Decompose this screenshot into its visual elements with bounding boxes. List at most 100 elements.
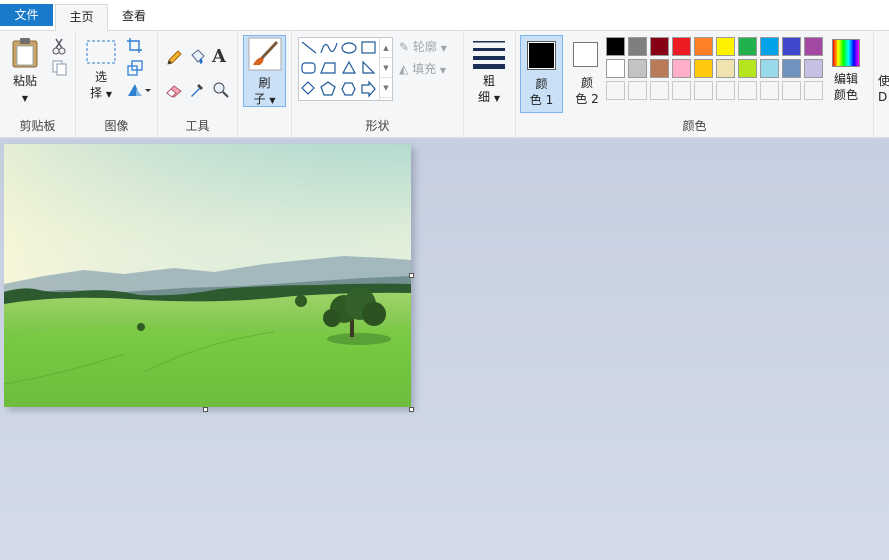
color-swatch[interactable]: [716, 37, 735, 56]
outline-button[interactable]: ✎ 轮廓 ▼: [399, 38, 447, 55]
chevron-down-icon: ▼: [439, 66, 447, 75]
paste-label: 粘贴: [12, 74, 37, 88]
color-swatch[interactable]: [716, 59, 735, 78]
crop-icon[interactable]: [126, 37, 144, 55]
text-tool-icon[interactable]: A: [212, 48, 230, 66]
chevron-down-icon: ▼: [269, 96, 276, 105]
color-swatch[interactable]: [650, 37, 669, 56]
custom-color-slot[interactable]: [606, 81, 625, 100]
cutoff-label-top: 使: [878, 74, 889, 88]
brush-icon: [248, 37, 281, 71]
custom-color-slot[interactable]: [628, 81, 647, 100]
edit-colors-label-bottom: 颜色: [833, 88, 858, 102]
fill-bucket-icon[interactable]: [188, 49, 206, 67]
ribbon: 粘贴 ▼ 剪贴板 选 择 ▼ 图像 A 工具 刷 子 ▼ ▲ ▼ ▼ ✎ 轮廓 …: [0, 31, 889, 138]
outline-label: 轮廓: [412, 40, 437, 54]
resize-handle-right[interactable]: [409, 273, 414, 278]
tab-view[interactable]: 查看: [108, 4, 160, 31]
color-swatch[interactable]: [672, 37, 691, 56]
color-swatch[interactable]: [804, 37, 823, 56]
magnifier-icon[interactable]: [212, 81, 230, 99]
color-swatch[interactable]: [650, 59, 669, 78]
color-swatch[interactable]: [760, 37, 779, 56]
color1-swatch: [527, 41, 556, 70]
color1-label-top: 颜: [535, 77, 548, 91]
custom-color-slot[interactable]: [694, 81, 713, 100]
brushes-button[interactable]: 刷 子 ▼: [243, 35, 286, 107]
color2-button[interactable]: 颜 色 2: [566, 35, 608, 113]
size-label-bottom: 细: [478, 90, 491, 104]
rainbow-icon: [832, 39, 860, 67]
color-swatch[interactable]: [672, 59, 691, 78]
selection-icon: [86, 40, 116, 64]
chevron-down-icon: ▼: [493, 94, 500, 103]
color-swatch[interactable]: [782, 59, 801, 78]
outline-icon: ✎: [399, 40, 410, 54]
custom-color-slot[interactable]: [716, 81, 735, 100]
custom-color-slot[interactable]: [650, 81, 669, 100]
shapes-group-label: 形状: [365, 119, 390, 133]
clipboard-group-label: 剪贴板: [19, 119, 56, 133]
copy-icon[interactable]: [50, 59, 68, 77]
chevron-down-icon: ▼: [440, 44, 447, 53]
scroll-up-icon[interactable]: ▲: [380, 38, 392, 58]
pencil-icon[interactable]: [165, 49, 183, 67]
color-swatch[interactable]: [606, 59, 625, 78]
size-button[interactable]: 粗 细 ▼: [472, 39, 506, 107]
edit-colors-button[interactable]: 编辑 颜色: [824, 39, 868, 103]
cut-icon[interactable]: [50, 37, 68, 55]
scroll-down-icon[interactable]: ▼: [380, 58, 392, 78]
custom-color-slot[interactable]: [738, 81, 757, 100]
shapes-icons: [301, 41, 376, 98]
custom-color-slot[interactable]: [804, 81, 823, 100]
shapes-group: ▲ ▼ ▼ ✎ 轮廓 ▼ ◭ 填充 ▼ 形状: [292, 31, 464, 138]
rotate-icon[interactable]: [126, 81, 152, 99]
colors-group: 颜 色 1 颜 色 2 编辑 颜色 颜色: [516, 31, 874, 138]
custom-color-slot[interactable]: [782, 81, 801, 100]
gallery-expand-icon[interactable]: ▼: [380, 78, 392, 98]
resize-handle-bottom[interactable]: [203, 407, 208, 412]
cutoff-label-bottom: D: [878, 90, 888, 104]
fill-button[interactable]: ◭ 填充 ▼: [399, 60, 446, 77]
canvas-image[interactable]: [4, 144, 411, 407]
color-swatch[interactable]: [804, 59, 823, 78]
size-label-top: 粗: [482, 74, 495, 88]
chevron-down-icon: ▼: [21, 94, 29, 103]
custom-color-slot[interactable]: [760, 81, 779, 100]
shape-gallery-scrollbar[interactable]: ▲ ▼ ▼: [379, 38, 392, 100]
color-swatch[interactable]: [694, 59, 713, 78]
custom-color-slot[interactable]: [672, 81, 691, 100]
canvas-area[interactable]: [0, 139, 889, 560]
shape-gallery[interactable]: ▲ ▼ ▼: [298, 37, 393, 101]
color-swatch[interactable]: [738, 37, 757, 56]
color-swatch[interactable]: [628, 37, 647, 56]
color1-button[interactable]: 颜 色 1: [520, 35, 563, 113]
select-button[interactable]: 选 择 ▼: [84, 39, 118, 103]
clipboard-group: 粘贴 ▼ 剪贴板: [0, 31, 76, 138]
size-group: 粗 细 ▼: [464, 31, 516, 138]
image-group-label: 图像: [104, 119, 129, 133]
tools-group: A 工具: [158, 31, 238, 138]
colors-group-label: 颜色: [682, 119, 707, 133]
chevron-down-icon: ▼: [105, 90, 112, 99]
fill-label: 填充: [412, 62, 437, 76]
fill-icon: ◭: [399, 62, 409, 76]
color2-swatch: [573, 42, 598, 67]
cutoff-button[interactable]: 使 D: [878, 73, 889, 105]
color-swatch[interactable]: [606, 37, 625, 56]
color-swatch[interactable]: [760, 59, 779, 78]
tab-home[interactable]: 主页: [55, 4, 108, 32]
paste-icon: [12, 38, 38, 68]
brush-label-top: 刷: [258, 76, 271, 90]
brush-label-bottom: 子: [253, 92, 266, 106]
eraser-icon[interactable]: [165, 81, 183, 99]
color-swatch[interactable]: [738, 59, 757, 78]
paste-button[interactable]: 粘贴 ▼: [6, 37, 44, 107]
color-swatch[interactable]: [628, 59, 647, 78]
tab-file[interactable]: 文件: [0, 4, 53, 26]
color-swatch[interactable]: [694, 37, 713, 56]
resize-handle-corner[interactable]: [409, 407, 414, 412]
color-picker-icon[interactable]: [188, 81, 206, 99]
color-swatch[interactable]: [782, 37, 801, 56]
resize-icon[interactable]: [126, 59, 144, 77]
